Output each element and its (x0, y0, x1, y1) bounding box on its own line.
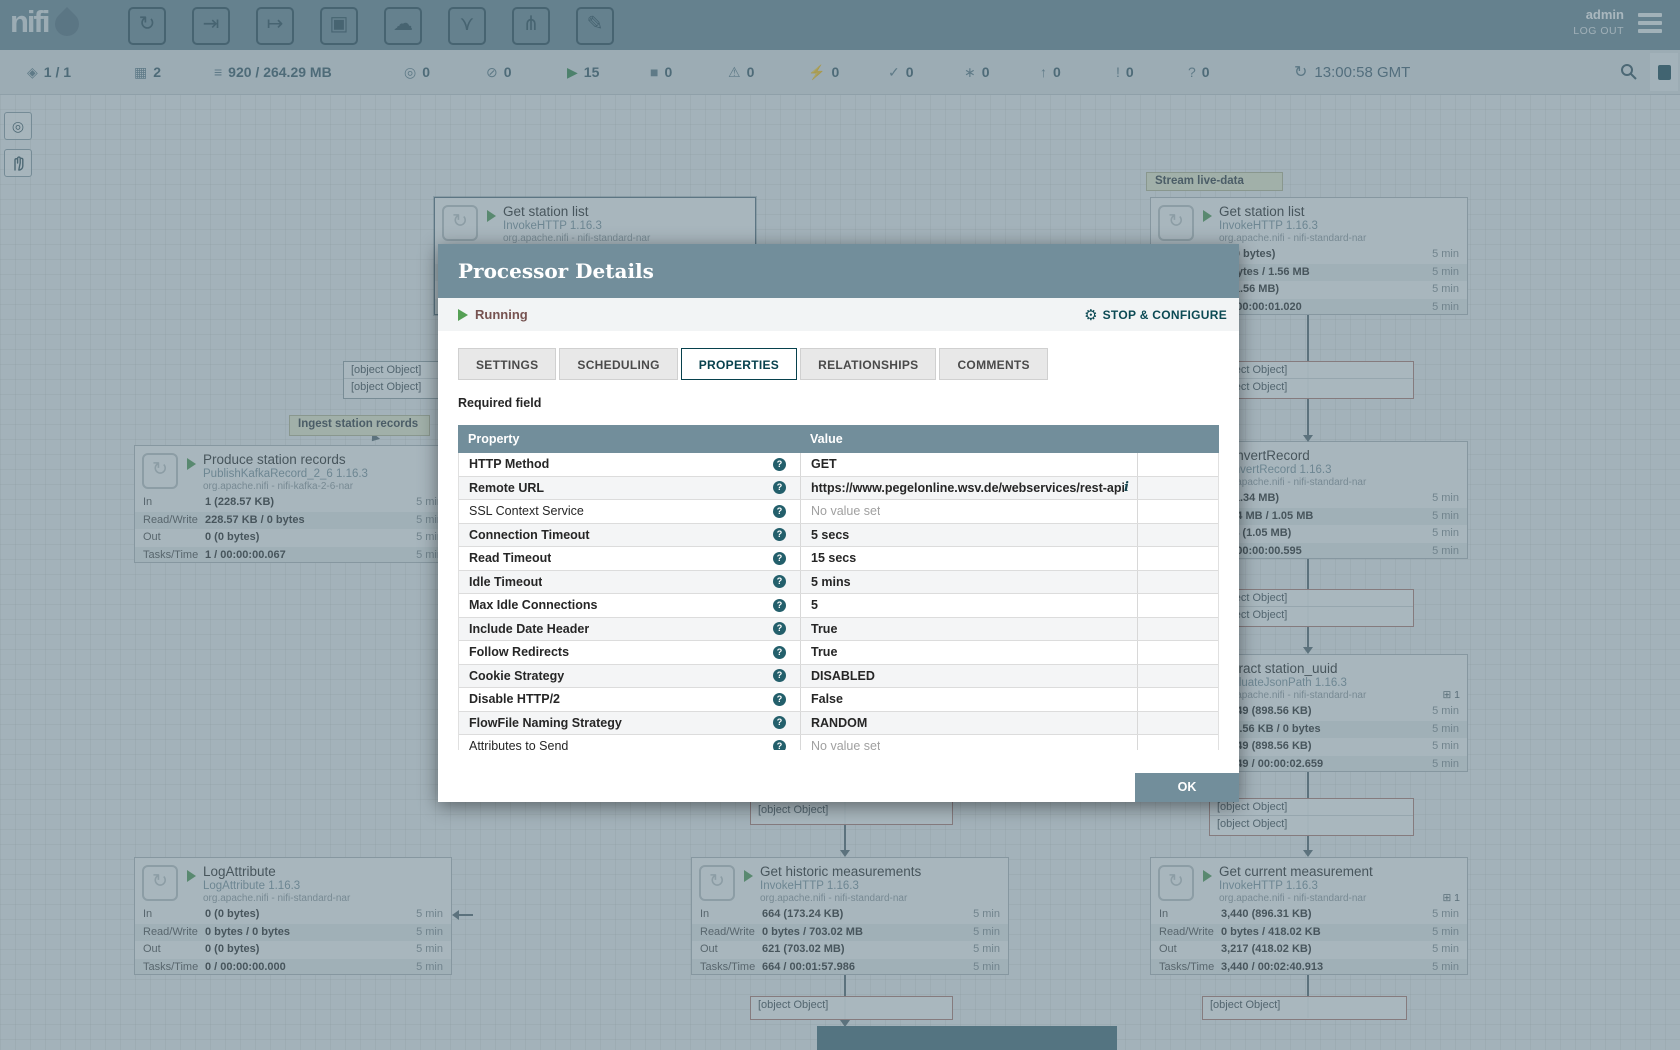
help-icon[interactable]: ? (773, 552, 786, 565)
property-name: SSL Context Service (469, 504, 584, 518)
tab-scheduling[interactable]: SCHEDULING (559, 348, 677, 380)
help-icon[interactable]: ? (773, 693, 786, 706)
property-value: https://www.pegelonline.wsv.de/webservic… (811, 481, 1124, 495)
property-value-cell[interactable]: GET (801, 453, 1138, 476)
run-state-label: Running (475, 307, 528, 322)
property-value-cell[interactable]: 5 secs (801, 524, 1138, 547)
property-value: 5 (811, 598, 818, 612)
property-value-cell[interactable]: No value set (801, 735, 1138, 750)
property-row: Follow Redirects ? True (459, 641, 1218, 665)
property-column-header: Property (458, 425, 800, 453)
dialog-tabs: SETTINGS SCHEDULING PROPERTIES RELATIONS… (458, 348, 1048, 380)
property-value: No value set (811, 739, 880, 750)
tab-settings[interactable]: SETTINGS (458, 348, 556, 380)
property-value-cell[interactable]: False (801, 688, 1138, 711)
required-field-note: Required field (458, 396, 541, 410)
property-row: Idle Timeout ? 5 mins (459, 571, 1218, 595)
property-value-cell[interactable]: No value set (801, 500, 1138, 523)
property-value-cell[interactable]: DISABLED (801, 665, 1138, 688)
stop-and-configure-button[interactable]: ⚙ STOP & CONFIGURE (1084, 298, 1227, 331)
property-name: Disable HTTP/2 (469, 692, 560, 706)
property-name: Cookie Strategy (469, 669, 564, 683)
property-name: Idle Timeout (469, 575, 542, 589)
dialog-header: Processor Details (438, 244, 1239, 298)
property-value: False (811, 692, 843, 706)
tab-relationships[interactable]: RELATIONSHIPS (800, 348, 936, 380)
property-row: Remote URL ? https://www.pegelonline.wsv… (459, 477, 1218, 501)
help-icon[interactable]: ? (773, 505, 786, 518)
property-value-cell[interactable]: 5 (801, 594, 1138, 617)
gear-icon: ⚙ (1084, 306, 1097, 324)
property-name: Include Date Header (469, 622, 589, 636)
property-value: RANDOM (811, 716, 867, 730)
property-row: Max Idle Connections ? 5 (459, 594, 1218, 618)
help-icon[interactable]: ? (773, 528, 786, 541)
help-icon[interactable]: ? (773, 458, 786, 471)
property-name: Connection Timeout (469, 528, 590, 542)
help-icon[interactable]: ? (773, 740, 786, 750)
dialog-title: Processor Details (458, 244, 1239, 298)
processor-details-dialog: Processor Details Running ⚙ STOP & CONFI… (438, 244, 1239, 802)
property-value: GET (811, 457, 837, 471)
nifi-application: nifi ↻ ⇥ ↦ ▣ (0, 0, 1680, 1050)
info-icon: i (1124, 480, 1129, 495)
properties-table-body: HTTP Method ? GET Remote URL ? (458, 453, 1219, 750)
property-row: HTTP Method ? GET (459, 453, 1218, 477)
property-value-cell[interactable]: 15 secs (801, 547, 1138, 570)
property-row: Cookie Strategy ? DISABLED (459, 665, 1218, 689)
property-row: Read Timeout ? 15 secs (459, 547, 1218, 571)
property-value: No value set (811, 504, 880, 518)
property-value-cell[interactable]: RANDOM (801, 712, 1138, 735)
help-icon[interactable]: ? (773, 622, 786, 635)
property-row: Include Date Header ? True (459, 618, 1218, 642)
help-icon[interactable]: ? (773, 599, 786, 612)
help-icon[interactable]: ? (773, 646, 786, 659)
property-name: Follow Redirects (469, 645, 569, 659)
run-state: Running (458, 298, 528, 331)
property-name: Remote URL (469, 481, 544, 495)
property-value-cell[interactable]: True (801, 641, 1138, 664)
help-icon[interactable]: ? (773, 575, 786, 588)
property-value: 15 secs (811, 551, 856, 565)
properties-table: Property Value HTTP Method ? GET (458, 425, 1219, 750)
property-value: 5 mins (811, 575, 851, 589)
property-name: Max Idle Connections (469, 598, 598, 612)
property-value-cell[interactable]: True (801, 618, 1138, 641)
ok-button[interactable]: OK (1135, 773, 1239, 802)
property-name: Attributes to Send (469, 739, 568, 750)
property-name: Read Timeout (469, 551, 551, 565)
property-value: DISABLED (811, 669, 875, 683)
help-icon[interactable]: ? (773, 669, 786, 682)
property-value-cell[interactable]: https://www.pegelonline.wsv.de/webservic… (801, 477, 1138, 500)
property-value: 5 secs (811, 528, 849, 542)
help-icon[interactable]: ? (773, 481, 786, 494)
tab-comments[interactable]: COMMENTS (939, 348, 1047, 380)
property-row: Connection Timeout ? 5 secs (459, 524, 1218, 548)
value-column-header: Value (800, 425, 1137, 453)
properties-table-header: Property Value (458, 425, 1219, 453)
dialog-status-bar: Running ⚙ STOP & CONFIGURE (438, 298, 1239, 331)
property-row: SSL Context Service ? No value set (459, 500, 1218, 524)
property-name: FlowFile Naming Strategy (469, 716, 622, 730)
property-row: Attributes to Send ? No value set (459, 735, 1218, 750)
property-row: FlowFile Naming Strategy ? RANDOM (459, 712, 1218, 736)
property-value: True (811, 622, 837, 636)
property-value-cell[interactable]: 5 mins (801, 571, 1138, 594)
property-value: True (811, 645, 837, 659)
property-name: HTTP Method (469, 457, 549, 471)
property-row: Disable HTTP/2 ? False (459, 688, 1218, 712)
tab-properties[interactable]: PROPERTIES (681, 348, 797, 380)
help-icon[interactable]: ? (773, 716, 786, 729)
running-icon (458, 309, 468, 321)
